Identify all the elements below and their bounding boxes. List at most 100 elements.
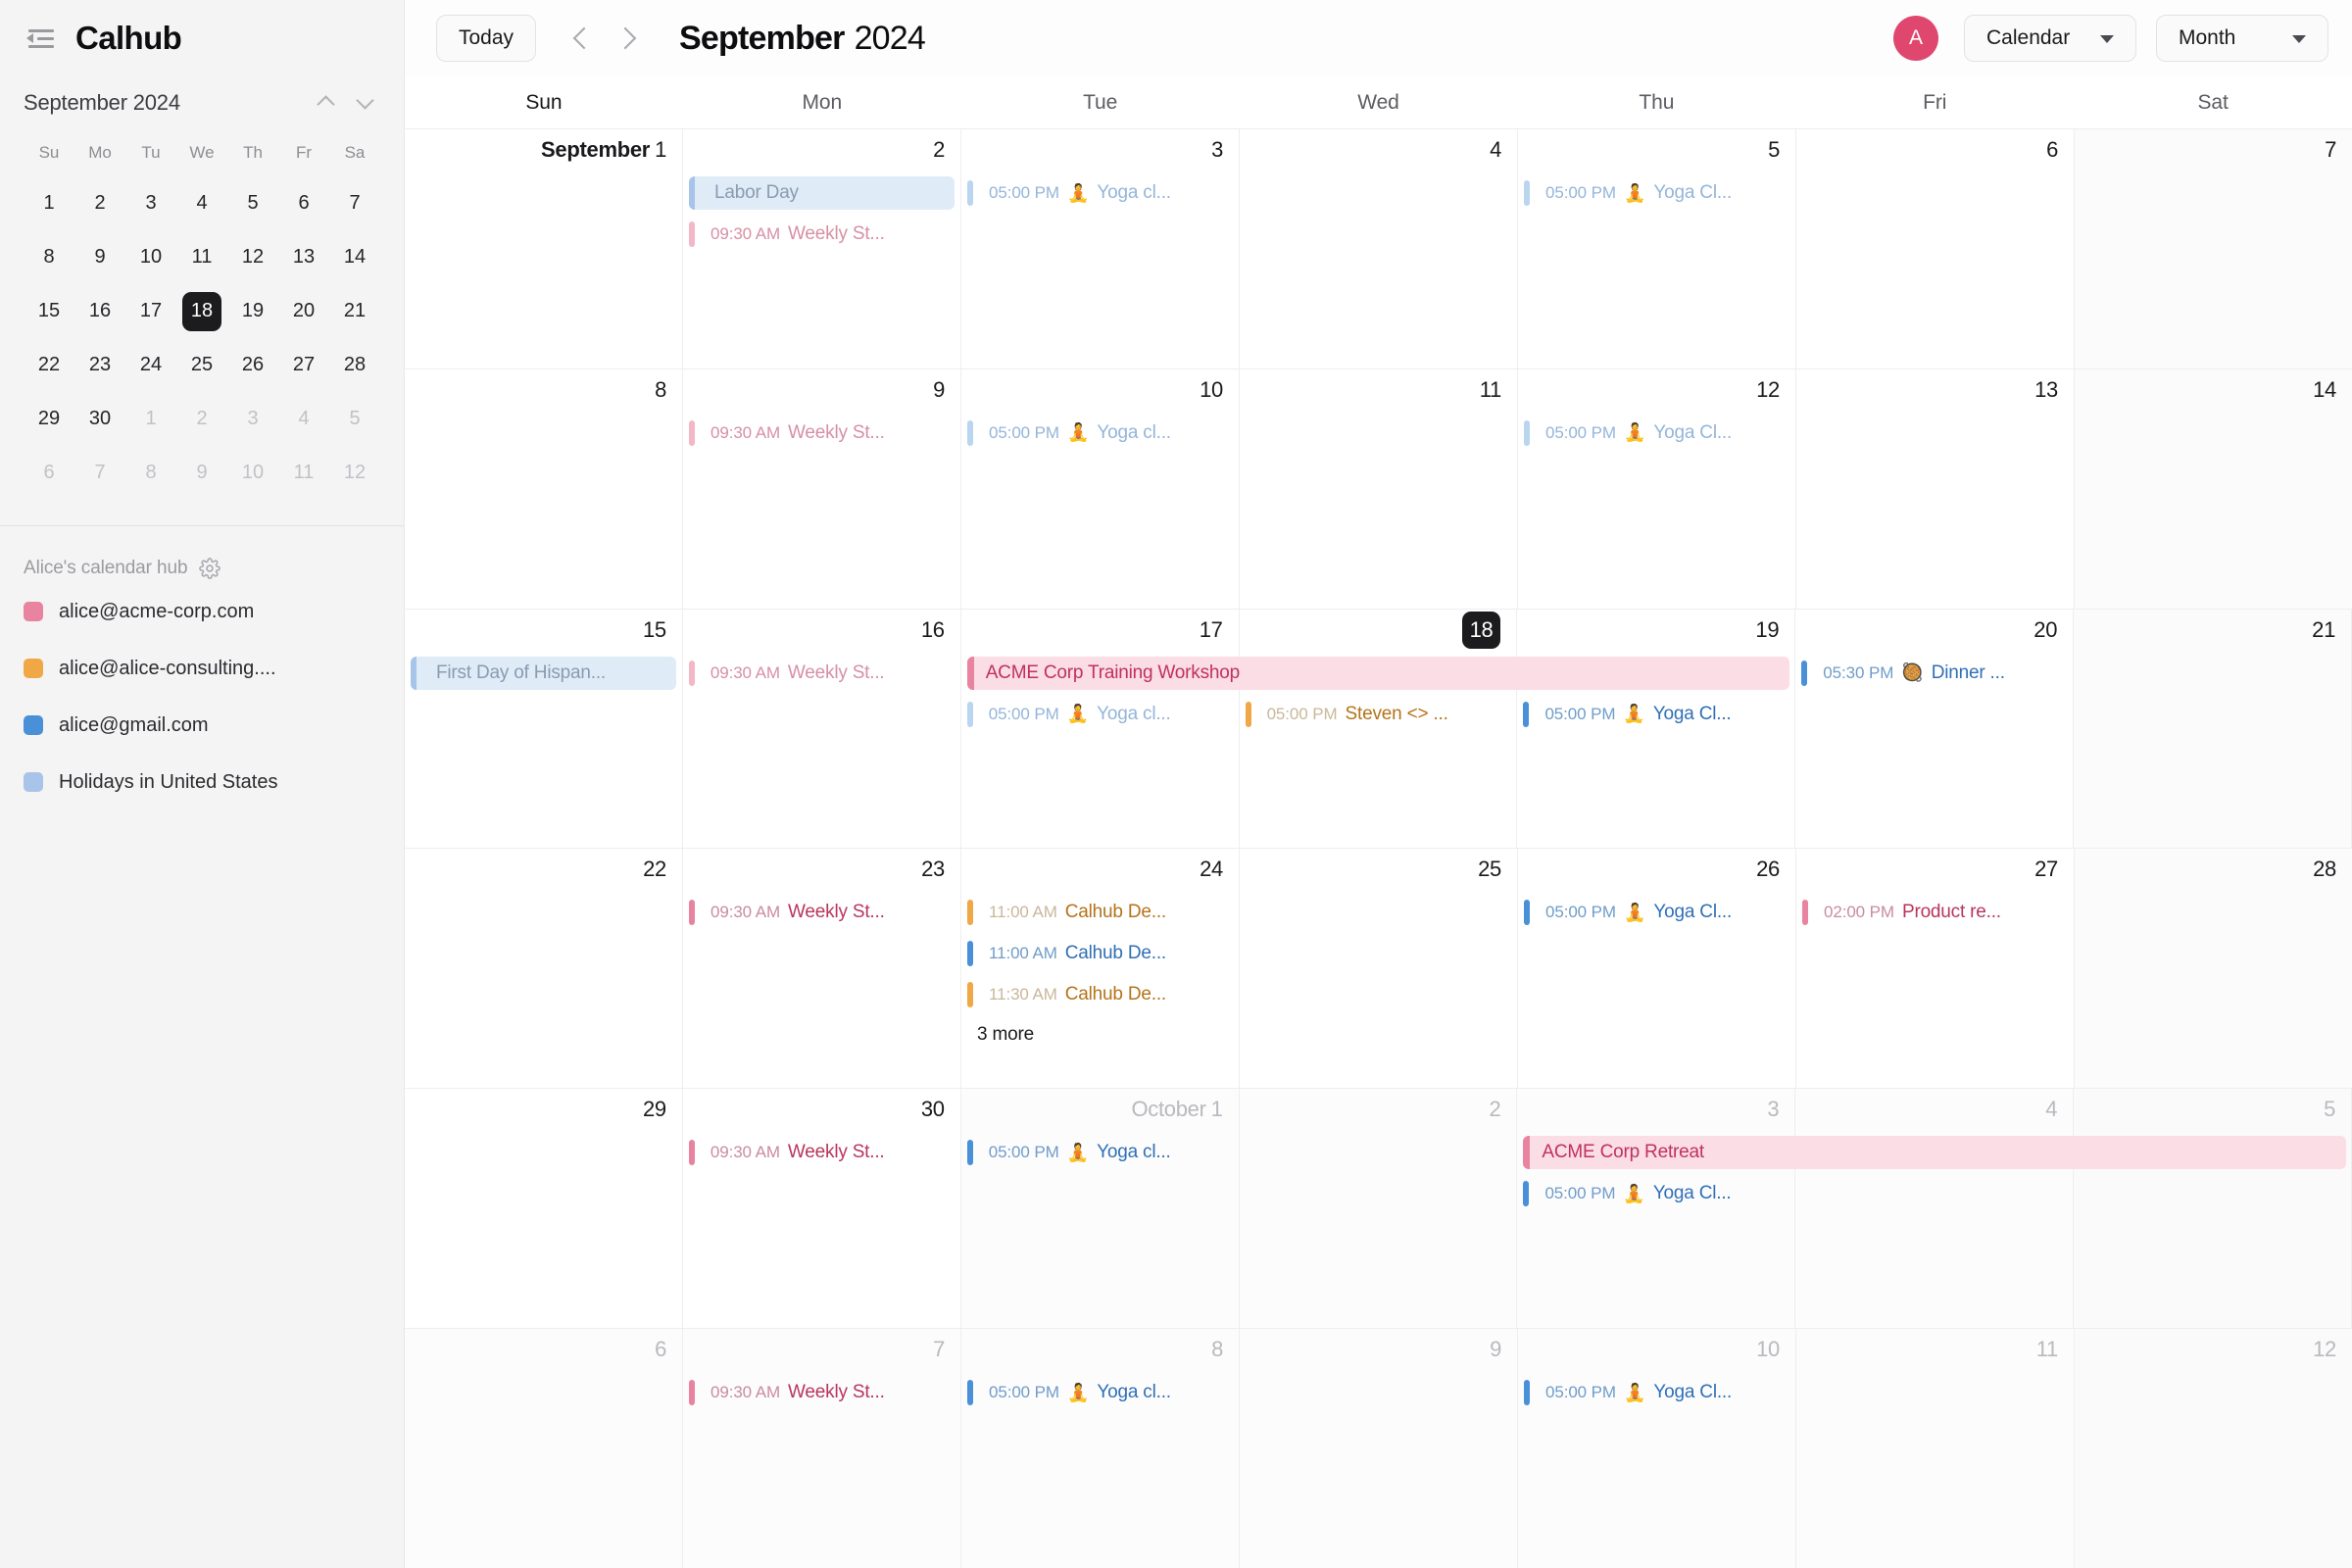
multi-day-event-banner[interactable]: ACME Corp Training Workshop (966, 656, 1790, 690)
calendar-color-swatch[interactable] (24, 602, 43, 621)
calendar-list-item[interactable]: alice@gmail.com (24, 697, 380, 754)
timed-event[interactable]: 05:00 PM 🧘 Yoga Cl... (1524, 416, 1789, 450)
calendar-color-swatch[interactable] (24, 772, 43, 792)
mini-day-8[interactable]: 8 (125, 446, 176, 500)
mini-day-1[interactable]: 1 (125, 392, 176, 446)
day-cell-16[interactable]: 16 09:30 AM Weekly St... (682, 609, 961, 849)
day-cell-26[interactable]: 26 05:00 PM 🧘 Yoga Cl... (1518, 849, 1796, 1089)
calendar-color-swatch[interactable] (24, 715, 43, 735)
mini-day-21[interactable]: 21 (329, 284, 380, 338)
mini-day-20[interactable]: 20 (278, 284, 329, 338)
day-cell-3[interactable]: 3 05:00 PM 🧘 Yoga cl... (961, 129, 1240, 368)
chevron-left-icon[interactable] (560, 17, 603, 60)
mini-day-6[interactable]: 6 (278, 176, 329, 230)
view-select[interactable]: Month (2156, 15, 2328, 62)
day-cell-23[interactable]: 23 09:30 AM Weekly St... (683, 849, 961, 1089)
day-cell-20[interactable]: 20 05:30 PM 🥘 Dinner ... (1795, 609, 2075, 849)
day-cell-6[interactable]: 6 (1796, 129, 2075, 368)
mini-day-27[interactable]: 27 (278, 338, 329, 392)
mini-day-2[interactable]: 2 (74, 176, 125, 230)
day-cell-9[interactable]: 9 (1240, 1329, 1518, 1568)
timed-event[interactable]: 05:00 PM 🧘 Yoga cl... (966, 698, 1233, 731)
day-cell-10[interactable]: 10 05:00 PM 🧘 Yoga cl... (961, 368, 1240, 609)
mini-day-24[interactable]: 24 (125, 338, 176, 392)
mini-day-1[interactable]: 1 (24, 176, 74, 230)
calendar-list-item[interactable]: alice@alice-consulting.... (24, 640, 380, 697)
mini-day-25[interactable]: 25 (176, 338, 227, 392)
multi-day-event-banner[interactable]: ACME Corp Retreat (1523, 1136, 2346, 1170)
day-cell-19[interactable]: 19 05:00 PM 🧘 Yoga Cl... (1517, 609, 1796, 849)
chevron-down-icon[interactable] (355, 92, 376, 114)
day-cell-1[interactable]: October 1 05:00 PM 🧘 Yoga cl... (960, 1089, 1240, 1329)
mini-day-18[interactable]: 18 (176, 284, 227, 338)
timed-event[interactable]: 05:00 PM 🧘 Yoga cl... (967, 1376, 1233, 1409)
day-cell-29[interactable]: 29 (405, 1089, 683, 1329)
timed-event[interactable]: 09:30 AM Weekly St... (689, 416, 955, 450)
mini-day-5[interactable]: 5 (227, 176, 278, 230)
mini-day-17[interactable]: 17 (125, 284, 176, 338)
day-cell-5[interactable]: 5 (2074, 1089, 2352, 1329)
mini-day-8[interactable]: 8 (24, 230, 74, 284)
day-cell-13[interactable]: 13 (1796, 368, 2075, 609)
day-cell-25[interactable]: 25 (1240, 849, 1518, 1089)
mini-day-12[interactable]: 12 (329, 446, 380, 500)
day-cell-24[interactable]: 24 11:00 AM Calhub De... 11:00 AM Calhub De.… (961, 849, 1240, 1089)
timed-event[interactable]: 11:30 AM Calhub De... (967, 978, 1233, 1011)
calendar-list-item[interactable]: Holidays in United States (24, 754, 380, 810)
timed-event[interactable]: 09:30 AM Weekly St... (688, 657, 955, 690)
all-day-event[interactable]: First Day of Hispan... (411, 656, 676, 690)
timed-event[interactable]: 05:00 PM 🧘 Yoga cl... (967, 176, 1233, 210)
day-cell-5[interactable]: 5 05:00 PM 🧘 Yoga Cl... (1518, 129, 1796, 368)
collapse-sidebar-icon[interactable] (24, 24, 54, 53)
timed-event[interactable]: 09:30 AM Weekly St... (689, 896, 955, 929)
day-cell-4[interactable]: 4 (1240, 129, 1518, 368)
day-cell-3[interactable]: 3 05:00 PM 🧘 Yoga Cl... (1517, 1089, 1796, 1329)
day-cell-7[interactable]: 7 (2075, 129, 2352, 368)
mini-day-13[interactable]: 13 (278, 230, 329, 284)
mini-day-3[interactable]: 3 (125, 176, 176, 230)
day-cell-11[interactable]: 11 (1240, 368, 1518, 609)
mini-day-26[interactable]: 26 (227, 338, 278, 392)
calendar-list-item[interactable]: alice@acme-corp.com (24, 583, 380, 640)
day-cell-15[interactable]: 15 First Day of Hispan... (405, 609, 683, 849)
day-cell-30[interactable]: 30 09:30 AM Weekly St... (682, 1089, 961, 1329)
day-cell-14[interactable]: 14 (2075, 368, 2352, 609)
timed-event[interactable]: 09:30 AM Weekly St... (688, 1136, 955, 1169)
day-cell-12[interactable]: 12 (2075, 1329, 2352, 1568)
more-events-link[interactable]: 3 more (967, 1019, 1233, 1051)
mini-day-3[interactable]: 3 (227, 392, 278, 446)
mini-day-7[interactable]: 7 (74, 446, 125, 500)
mini-day-22[interactable]: 22 (24, 338, 74, 392)
day-cell-11[interactable]: 11 (1796, 1329, 2075, 1568)
mini-day-16[interactable]: 16 (74, 284, 125, 338)
all-day-event[interactable]: Labor Day (689, 176, 955, 210)
mini-day-23[interactable]: 23 (74, 338, 125, 392)
timed-event[interactable]: 05:00 PM 🧘 Yoga Cl... (1523, 698, 1788, 731)
timed-event[interactable]: 09:30 AM Weekly St... (689, 1376, 955, 1409)
mini-day-12[interactable]: 12 (227, 230, 278, 284)
timed-event[interactable]: 05:00 PM 🧘 Yoga Cl... (1524, 1376, 1789, 1409)
mini-day-7[interactable]: 7 (329, 176, 380, 230)
day-cell-22[interactable]: 22 (405, 849, 683, 1089)
timed-event[interactable]: 02:00 PM Product re... (1802, 896, 2068, 929)
timed-event[interactable]: 09:30 AM Weekly St... (689, 218, 955, 251)
avatar[interactable]: A (1893, 16, 1938, 61)
timed-event[interactable]: 05:00 PM 🧘 Yoga Cl... (1523, 1177, 1788, 1210)
timed-event[interactable]: 05:30 PM 🥘 Dinner ... (1801, 657, 2067, 690)
mini-day-10[interactable]: 10 (125, 230, 176, 284)
mini-day-28[interactable]: 28 (329, 338, 380, 392)
mini-day-11[interactable]: 11 (278, 446, 329, 500)
mini-day-4[interactable]: 4 (176, 176, 227, 230)
timed-event[interactable]: 11:00 AM Calhub De... (967, 896, 1233, 929)
calendar-color-swatch[interactable] (24, 659, 43, 678)
day-cell-2[interactable]: 2 (1239, 1089, 1518, 1329)
timed-event[interactable]: 05:00 PM 🧘 Yoga cl... (966, 1136, 1233, 1169)
day-cell-8[interactable]: 8 (405, 368, 683, 609)
mini-day-4[interactable]: 4 (278, 392, 329, 446)
timed-event[interactable]: 11:00 AM Calhub De... (967, 937, 1233, 970)
mini-day-30[interactable]: 30 (74, 392, 125, 446)
mini-day-6[interactable]: 6 (24, 446, 74, 500)
day-cell-12[interactable]: 12 05:00 PM 🧘 Yoga Cl... (1518, 368, 1796, 609)
day-cell-28[interactable]: 28 (2075, 849, 2352, 1089)
mini-day-14[interactable]: 14 (329, 230, 380, 284)
